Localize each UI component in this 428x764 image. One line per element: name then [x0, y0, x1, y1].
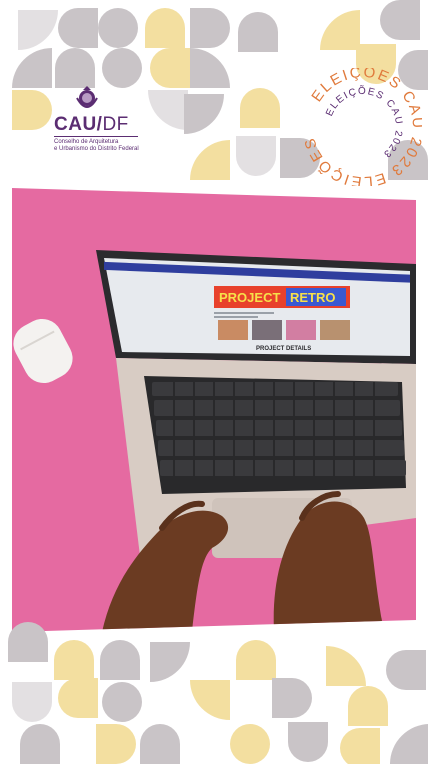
pattern-shape: [326, 646, 366, 686]
pattern-shape: [55, 48, 95, 88]
pattern-shape: [190, 680, 230, 720]
logo-divider: [54, 136, 138, 137]
thumbnail-image: [320, 320, 350, 340]
pattern-shape: [58, 678, 98, 718]
pattern-shape: [272, 678, 312, 718]
pattern-shape: [230, 724, 270, 764]
pattern-shape: [100, 640, 140, 680]
coat-of-arms-icon: [76, 86, 98, 108]
pattern-shape: [236, 640, 276, 680]
pattern-shape: [150, 48, 190, 88]
badge-inner-text: ELEIÇÕES CAU 2023: [324, 84, 404, 160]
pattern-shape: [238, 12, 278, 52]
eleicoes-cau-2023-badge: ELEIÇÕES CAU 2023 ELEIÇÕES ELEIÇÕES CAU …: [304, 68, 422, 186]
pattern-shape: [380, 0, 420, 40]
pattern-shape: [150, 642, 190, 682]
pattern-shape: [102, 48, 142, 88]
pattern-shape: [190, 8, 230, 48]
pattern-shape: [386, 650, 426, 690]
banner-word-2: RETRO: [290, 290, 336, 305]
pattern-shape: [348, 686, 388, 726]
pattern-shape: [236, 136, 276, 176]
banner-word-1: PROJECT: [219, 290, 280, 305]
bottom-decorative-pattern: [0, 620, 428, 764]
pattern-shape: [12, 48, 52, 88]
thumbnail-image: [286, 320, 316, 340]
pattern-shape: [288, 722, 328, 762]
pattern-shape: [390, 724, 428, 764]
pattern-shape: [8, 622, 48, 662]
pattern-shape: [20, 724, 60, 764]
laptop-illustration: PROJECT RETRO PROJECT DETAILS: [13, 250, 416, 632]
pattern-shape: [184, 94, 224, 134]
logo-subtitle: Conselho de Arquitetura e Urbanismo do D…: [54, 139, 139, 152]
project-details-heading: PROJECT DETAILS: [256, 346, 311, 352]
pattern-shape: [190, 48, 230, 88]
pattern-shape: [12, 682, 52, 722]
pattern-shape: [145, 8, 185, 48]
pattern-shape: [98, 8, 138, 48]
pattern-shape: [18, 10, 58, 50]
laptop-photo: PROJECT RETRO PROJECT DETAILS: [12, 188, 416, 632]
earbuds-case: [13, 318, 73, 384]
pattern-shape: [340, 728, 380, 764]
thumbnail-image: [218, 320, 248, 340]
badge-outer-text: ELEIÇÕES CAU 2023 ELEIÇÕES: [304, 68, 422, 186]
thumbnail-image: [252, 320, 282, 340]
pattern-shape: [240, 88, 280, 128]
pattern-shape: [58, 8, 98, 48]
pattern-shape: [140, 724, 180, 764]
pattern-shape: [102, 682, 142, 722]
logo-wordmark: CAU/DF: [54, 114, 129, 135]
pattern-shape: [190, 140, 230, 180]
pattern-shape: [320, 10, 360, 50]
pattern-shape: [54, 640, 94, 680]
pattern-shape: [12, 90, 52, 130]
pattern-shape: [96, 724, 136, 764]
pattern-shape: [148, 90, 188, 130]
